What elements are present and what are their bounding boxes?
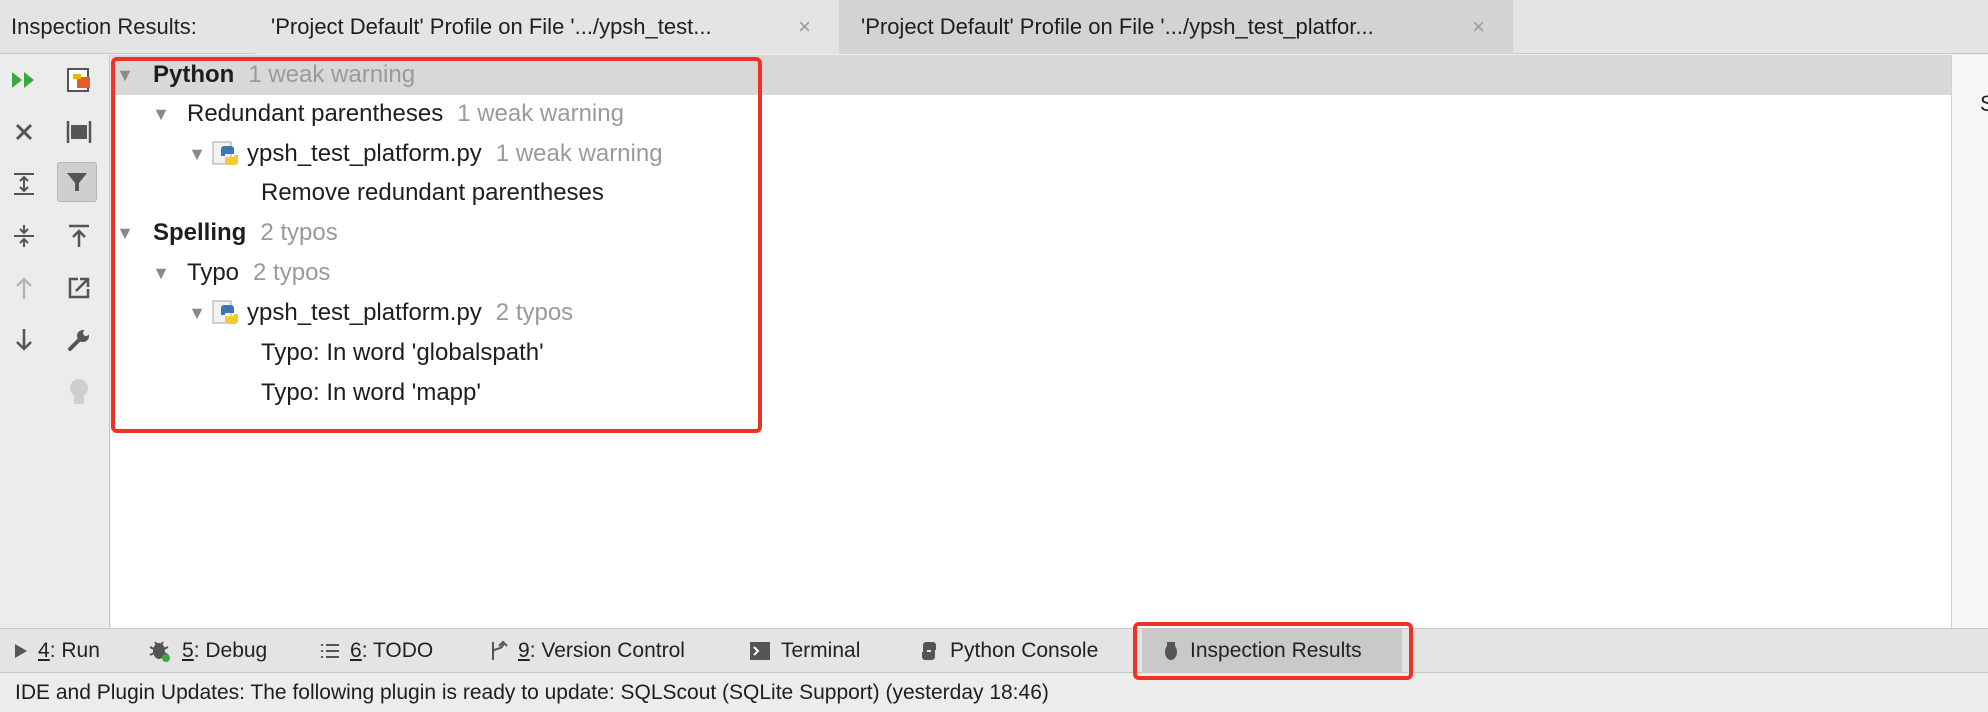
- run-icon: [14, 643, 28, 659]
- inspection-toolbar: [0, 55, 110, 628]
- tab-inspection-profile-1[interactable]: 'Project Default' Profile on File '.../y…: [255, 0, 839, 54]
- expand-triangle-icon[interactable]: ▼: [187, 144, 207, 165]
- inspection-results-tree: ▼ Python 1 weak warning ▼ Redundant pare…: [111, 55, 1951, 628]
- tree-row-count: 1 weak warning: [248, 61, 416, 88]
- previous-icon[interactable]: [4, 268, 44, 308]
- tool-tab-version-control[interactable]: 9: Version Control: [488, 629, 685, 672]
- status-bar: IDE and Plugin Updates: The following pl…: [0, 673, 1988, 712]
- tree-row-count: 1 weak warning: [457, 100, 624, 127]
- expand-triangle-icon[interactable]: ▼: [115, 223, 135, 244]
- tree-row-problem[interactable]: Typo: In word 'mapp': [261, 373, 481, 413]
- bug-icon: [148, 639, 172, 663]
- expand-triangle-icon[interactable]: ▼: [151, 104, 171, 125]
- export-icon[interactable]: [59, 60, 99, 100]
- tab-inspection-profile-2[interactable]: 'Project Default' Profile on File '.../y…: [839, 0, 1513, 54]
- right-side-strip: S: [1951, 55, 1988, 628]
- tree-row-label: ypsh_test_platform.py: [247, 140, 482, 167]
- python-file-icon: [212, 141, 238, 165]
- tool-tab-label: : Run: [49, 638, 100, 662]
- right-strip-label: S: [1980, 91, 1988, 116]
- tab-label: 'Project Default' Profile on File '.../y…: [861, 13, 1374, 39]
- tree-row-spelling[interactable]: ▼ Spelling 2 typos: [111, 213, 338, 253]
- tree-row-typo[interactable]: ▼ Typo 2 typos: [111, 253, 330, 293]
- tab-bar-title: Inspection Results:: [11, 13, 197, 39]
- tree-row-label: Remove redundant parentheses: [261, 179, 604, 206]
- tree-row-problem[interactable]: Remove redundant parentheses: [261, 173, 604, 213]
- tool-tab-label: Inspection Results: [1190, 638, 1362, 662]
- tool-tab-inspection-results[interactable]: Inspection Results: [1142, 629, 1402, 672]
- tool-tab-label: Terminal: [781, 638, 861, 662]
- expand-triangle-icon[interactable]: ▼: [187, 303, 207, 324]
- settings-wrench-icon[interactable]: [59, 320, 99, 360]
- expand-all-icon[interactable]: [4, 164, 44, 204]
- tool-tab-mnemonic: 9: [518, 638, 530, 662]
- next-icon[interactable]: [4, 320, 44, 360]
- group-icon[interactable]: [59, 112, 99, 152]
- tree-row-file[interactable]: ▼ ypsh_test_platform.py 1 weak warning: [111, 134, 663, 174]
- tree-row-python[interactable]: ▼ Python 1 weak warning: [111, 55, 1951, 95]
- tree-row-problem[interactable]: Typo: In word 'globalspath': [261, 333, 544, 373]
- tree-row-count: 2 typos: [495, 299, 574, 326]
- inspection-icon: [1162, 640, 1180, 662]
- tree-row-count: 2 typos: [253, 259, 331, 286]
- vcs-branch-icon: [488, 640, 508, 662]
- open-editor-icon[interactable]: [59, 268, 99, 308]
- autoscroll-icon[interactable]: [59, 216, 99, 256]
- close-icon[interactable]: ×: [1472, 14, 1485, 40]
- collapse-all-icon[interactable]: [4, 216, 44, 256]
- tree-row-label: Typo: In word 'mapp': [261, 379, 481, 406]
- tool-tab-python-console[interactable]: Python Console: [918, 629, 1098, 672]
- tool-tab-label: : TODO: [361, 638, 434, 662]
- tree-row-redundant-parentheses[interactable]: ▼ Redundant parentheses 1 weak warning: [111, 94, 624, 134]
- tree-row-file[interactable]: ▼ ypsh_test_platform.py 2 typos: [111, 293, 573, 333]
- tree-row-label: Typo: [187, 259, 240, 286]
- tool-tab-terminal[interactable]: Terminal: [749, 629, 860, 672]
- filter-icon[interactable]: [57, 162, 97, 202]
- expand-triangle-icon[interactable]: ▼: [115, 65, 135, 86]
- tool-tab-label: : Version Control: [529, 638, 685, 662]
- tool-tab-label: Python Console: [950, 638, 1099, 662]
- tree-row-label: Spelling: [153, 219, 247, 246]
- quick-fix-bulb-icon[interactable]: [59, 372, 99, 412]
- close-icon[interactable]: [4, 112, 44, 152]
- tool-tab-mnemonic: 5: [182, 638, 194, 662]
- tool-tab-todo[interactable]: 6: TODO: [320, 629, 433, 672]
- tree-row-count: 1 weak warning: [495, 140, 663, 167]
- tree-row-label: Typo: In word 'globalspath': [261, 339, 544, 366]
- list-icon: [320, 642, 340, 660]
- tool-tab-run[interactable]: 4: Run: [14, 629, 100, 672]
- status-text[interactable]: IDE and Plugin Updates: The following pl…: [15, 681, 1049, 705]
- tool-window-bar: 4: Run 5: Debug 6: TODO 9: Version Contr…: [0, 628, 1988, 673]
- tab-label: 'Project Default' Profile on File '.../y…: [271, 13, 712, 39]
- python-console-icon: [918, 640, 940, 662]
- terminal-icon: [749, 641, 771, 661]
- tool-tab-mnemonic: 6: [350, 638, 362, 662]
- tree-row-label: Redundant parentheses: [187, 100, 444, 127]
- python-file-icon: [212, 300, 238, 324]
- inspection-results-tab-bar: Inspection Results: 'Project Default' Pr…: [0, 0, 1988, 54]
- close-icon[interactable]: ×: [798, 14, 811, 40]
- expand-triangle-icon[interactable]: ▼: [151, 263, 171, 284]
- tool-tab-mnemonic: 4: [38, 638, 50, 662]
- rerun-icon[interactable]: [4, 60, 44, 100]
- tool-tab-label: : Debug: [193, 638, 268, 662]
- tree-row-label: Python: [153, 61, 235, 88]
- tree-row-count: 2 typos: [260, 219, 338, 246]
- tool-tab-debug[interactable]: 5: Debug: [148, 629, 267, 672]
- tree-row-label: ypsh_test_platform.py: [247, 299, 482, 326]
